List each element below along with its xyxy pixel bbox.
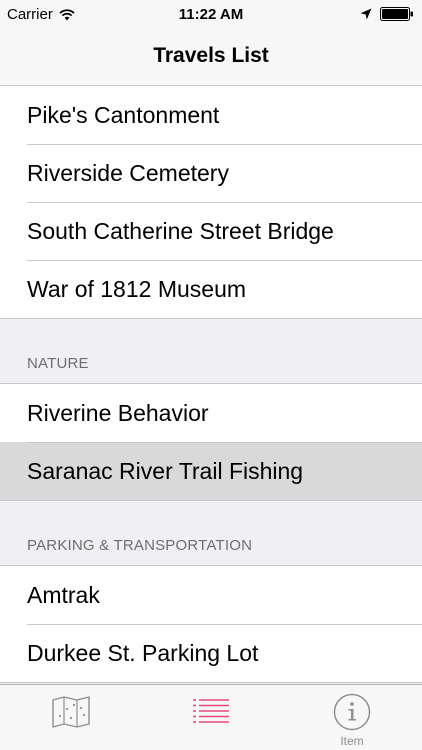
list-section-nature: Riverine Behavior Saranac River Trail Fi…	[0, 383, 422, 501]
status-bar: Carrier 11:22 AM	[0, 0, 422, 30]
screen: Carrier 11:22 AM Travels List Pike's Can…	[0, 0, 422, 750]
list-item-label: Riverside Cemetery	[27, 159, 229, 186]
tab-item-label: Item	[340, 734, 364, 748]
section-header-nature: NATURE	[0, 319, 422, 383]
page-title: Travels List	[153, 44, 269, 67]
list-item[interactable]: War of 1812 Museum	[0, 260, 422, 318]
carrier-label: Carrier	[7, 6, 53, 23]
list-item[interactable]: Durkee St. Parking Lot	[0, 624, 422, 682]
tab-map[interactable]	[0, 685, 140, 750]
navigation-bar: Travels List	[0, 30, 422, 86]
list-item-label: Saranac River Trail Fishing	[27, 457, 304, 484]
section-header-label: NATURE	[27, 355, 89, 372]
wifi-icon	[59, 8, 75, 20]
list-icon	[193, 699, 229, 723]
list-item[interactable]: South Catherine Street Bridge	[0, 202, 422, 260]
list-section-history: Pike's Cantonment Riverside Cemetery Sou…	[0, 86, 422, 319]
list-item-label: Durkee St. Parking Lot	[27, 639, 259, 666]
list-section-parking: Amtrak Durkee St. Parking Lot	[0, 565, 422, 683]
location-arrow-icon	[360, 8, 372, 20]
section-header-parking: PARKING & TRANSPORTATION	[0, 501, 422, 565]
battery-icon	[380, 7, 413, 21]
list-item-label: Amtrak	[27, 581, 100, 608]
list-item[interactable]: Riverine Behavior	[0, 384, 422, 442]
status-left: Carrier	[7, 6, 75, 23]
list-item-selected[interactable]: Saranac River Trail Fishing	[0, 442, 422, 500]
map-icon	[52, 696, 90, 728]
tab-bar: Item	[0, 684, 422, 750]
info-icon	[333, 693, 371, 731]
list-item[interactable]: Riverside Cemetery	[0, 144, 422, 202]
list-item-label: Riverine Behavior	[27, 399, 209, 426]
tab-list[interactable]	[141, 685, 281, 750]
list-item-label: War of 1812 Museum	[27, 275, 247, 302]
list-item-label: South Catherine Street Bridge	[27, 217, 334, 244]
list-item-label: Pike's Cantonment	[27, 101, 220, 128]
list-item[interactable]: Amtrak	[0, 566, 422, 624]
status-right	[360, 7, 414, 21]
section-header-label: PARKING & TRANSPORTATION	[27, 537, 253, 554]
travels-list[interactable]: Pike's Cantonment Riverside Cemetery Sou…	[0, 86, 422, 684]
tab-item[interactable]: Item	[282, 685, 422, 750]
list-item[interactable]: Pike's Cantonment	[0, 86, 422, 144]
